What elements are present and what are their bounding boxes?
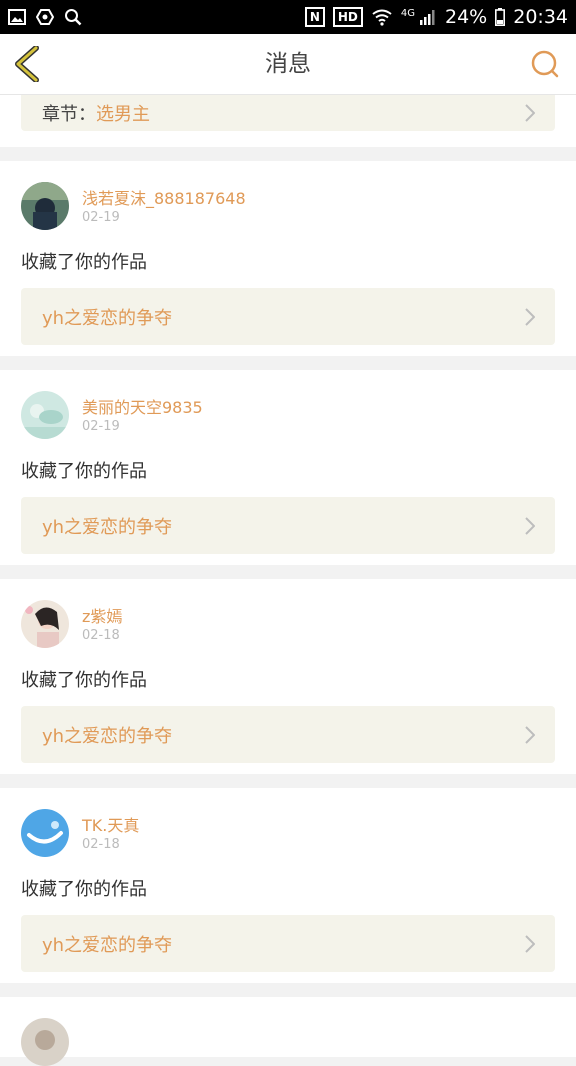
avatar[interactable] [21,1018,69,1066]
settings-hex-icon [36,9,54,25]
chevron-right-icon [525,934,535,953]
chevron-right-icon [525,516,535,535]
username[interactable]: z紫嫣 [82,603,122,627]
wifi-icon [372,9,392,26]
network-type: 4G [400,7,415,19]
message-card: 美丽的天空9835 02-19 收藏了你的作品 yh之爱恋的争夺 [0,370,576,565]
status-bar: N HD 4G 24% 20:34 [0,0,576,34]
avatar[interactable] [21,809,69,857]
nfc-icon: N [304,7,325,27]
chapter-prefix: 章节： [42,104,96,125]
work-link[interactable]: yh之爱恋的争夺 [21,288,555,345]
chevron-right-icon [525,307,535,326]
chevron-right-icon [525,104,535,122]
clock: 20:34 [513,6,568,28]
signal-icon [420,10,435,25]
username[interactable]: TK.天真 [82,812,139,836]
message-card: z紫嫣 02-18 收藏了你的作品 yh之爱恋的争夺 [0,579,576,774]
avatar[interactable] [21,600,69,648]
work-link[interactable]: yh之爱恋的争夺 [21,706,555,763]
work-link[interactable]: yh之爱恋的争夺 [21,497,555,554]
message-text: 收藏了你的作品 [21,670,147,691]
work-title: yh之爱恋的争夺 [42,516,173,538]
message-text: 收藏了你的作品 [21,461,147,482]
work-title: yh之爱恋的争夺 [42,307,173,329]
image-icon [8,9,26,25]
message-feed[interactable]: 章节： 选男主 浅若夏沫_888187648 02-19 收藏了你的作品 yh之… [0,95,576,1066]
message-date: 02-19 [82,419,120,434]
message-card: TK.天真 02-18 收藏了你的作品 yh之爱恋的争夺 [0,788,576,983]
avatar[interactable] [21,391,69,439]
hd-badge: HD [332,7,363,27]
message-text: 收藏了你的作品 [21,252,147,273]
page-title: 消息 [265,51,311,77]
message-date: 02-19 [82,210,120,225]
work-title: yh之爱恋的争夺 [42,725,173,747]
username[interactable]: 美丽的天空9835 [82,394,203,418]
battery-icon [495,8,506,26]
message-date: 02-18 [82,837,120,852]
chapter-name: 选男主 [96,104,150,125]
avatar[interactable] [21,182,69,230]
message-card [0,997,576,1066]
message-date: 02-18 [82,628,120,643]
chapter-link[interactable]: 章节： 选男主 [21,95,555,131]
top-nav-bar: 消息 [0,34,576,95]
work-link[interactable]: yh之爱恋的争夺 [21,915,555,972]
work-title: yh之爱恋的争夺 [42,934,173,956]
message-text: 收藏了你的作品 [21,879,147,900]
message-card: 浅若夏沫_888187648 02-19 收藏了你的作品 yh之爱恋的争夺 [0,161,576,356]
search-icon[interactable] [530,50,560,80]
chevron-right-icon [525,725,535,744]
battery-percent: 24% [445,6,488,28]
message-card: 章节： 选男主 [0,95,576,147]
search-icon [65,9,82,26]
username[interactable]: 浅若夏沫_888187648 [82,185,246,209]
